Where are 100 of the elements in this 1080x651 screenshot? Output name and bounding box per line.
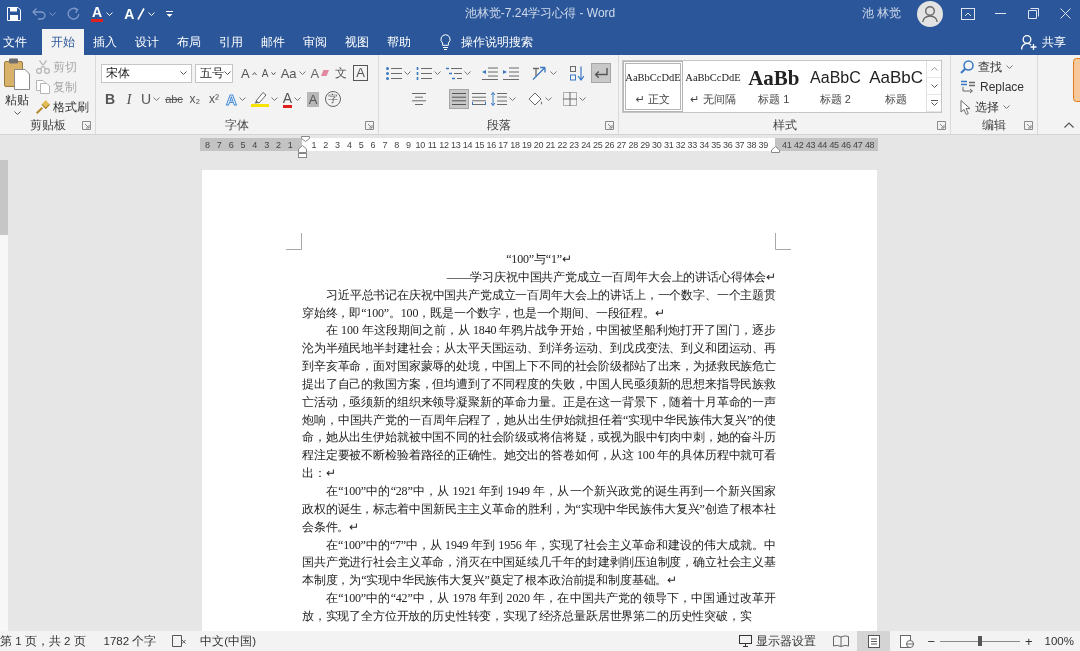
grow-font-button[interactable]: A bbox=[239, 63, 259, 83]
paint-bucket-icon bbox=[527, 92, 543, 106]
italic-button[interactable]: I bbox=[120, 89, 138, 109]
ruler-number: 7 bbox=[382, 139, 388, 150]
superscript-button[interactable]: x² bbox=[204, 89, 223, 109]
right-indent-icon[interactable] bbox=[770, 146, 780, 153]
dialog-launcher-icon[interactable] bbox=[365, 121, 374, 130]
ruler-number: 34 bbox=[699, 139, 709, 150]
clear-formatting-button[interactable]: A bbox=[308, 63, 332, 83]
redo-icon bbox=[67, 7, 80, 20]
collapse-ribbon-icon[interactable] bbox=[1064, 122, 1074, 128]
cursor-icon bbox=[960, 99, 971, 115]
subscript-button[interactable]: x₂ bbox=[185, 89, 204, 109]
font-size-combobox[interactable]: 五号 bbox=[195, 63, 233, 83]
zoom-slider-thumb[interactable] bbox=[978, 636, 982, 646]
page-count[interactable]: 第 1 页，共 2 页 bbox=[0, 633, 86, 649]
line-spacing-button[interactable] bbox=[489, 89, 518, 109]
proofing-icon[interactable] bbox=[172, 635, 187, 647]
find-button[interactable]: 查找 bbox=[958, 57, 1027, 77]
strikethrough-button[interactable]: abc bbox=[163, 89, 185, 109]
chevron-down-icon bbox=[930, 84, 938, 88]
print-layout-button[interactable] bbox=[857, 631, 891, 651]
ribbon-tab[interactable]: 设计 bbox=[126, 29, 168, 55]
select-button[interactable]: 选择 bbox=[958, 97, 1027, 117]
tell-me-search[interactable]: 操作说明搜索 bbox=[440, 29, 533, 55]
avatar-icon[interactable] bbox=[917, 0, 943, 27]
ruler-number: 18 bbox=[510, 139, 520, 150]
highlight-button[interactable] bbox=[248, 89, 280, 109]
body-paragraph: 在“100”中的“7”中，从 1949 年到 1956 年，实现了社会主义革命和建设的伟大成就。中国共产党进行社会主义革命，消灭在中国延续几千年的封建剥削压迫制度，确立社会主义基本制度，为“实现中华民族伟大复兴”奠定了根本政治前提和制度基础。↵ bbox=[302, 536, 776, 590]
ruler-number: 46 bbox=[841, 139, 851, 150]
text-style-button[interactable]: A bbox=[121, 2, 159, 25]
style-option[interactable]: AaBbC 标题 bbox=[866, 61, 927, 112]
ribbon-tab[interactable]: 插入 bbox=[84, 29, 126, 55]
style-option[interactable]: AaBb 标题 1 bbox=[743, 61, 805, 112]
ribbon-tab[interactable]: 布局 bbox=[168, 29, 210, 55]
ruler-number: 14 bbox=[462, 139, 473, 150]
caret-icon bbox=[1003, 105, 1010, 109]
bold-button[interactable]: B bbox=[101, 89, 119, 109]
ribbon-tab[interactable]: 视图 bbox=[336, 29, 378, 55]
underline-button[interactable]: U bbox=[139, 89, 163, 109]
sort-button[interactable] bbox=[568, 63, 586, 83]
caret-icon bbox=[298, 71, 306, 75]
phonetic-guide-button[interactable]: 文 bbox=[332, 63, 351, 83]
borders-button[interactable] bbox=[561, 89, 588, 109]
ruler-number: 21 bbox=[545, 139, 556, 150]
brush-icon bbox=[36, 100, 50, 114]
ruler-number: 6 bbox=[228, 139, 234, 150]
change-case-button[interactable]: Aa bbox=[278, 63, 308, 83]
share-button[interactable]: 共享 bbox=[1021, 29, 1066, 55]
align-justify-icon bbox=[452, 93, 466, 105]
paragraph-mark-icon bbox=[594, 67, 608, 79]
ribbon-tab[interactable]: 引用 bbox=[210, 29, 252, 55]
ruler-number: 17 bbox=[498, 139, 508, 150]
ruler-number: 39 bbox=[758, 139, 768, 150]
expand-icon bbox=[930, 100, 938, 106]
ribbon-tab[interactable]: 帮助 bbox=[378, 29, 420, 55]
display-settings-button[interactable]: 显示器设置 bbox=[739, 633, 817, 649]
font-name-combobox[interactable]: 宋体 bbox=[101, 63, 192, 83]
ribbon-tab[interactable]: 文件 bbox=[0, 29, 42, 55]
ruler-number: 36 bbox=[723, 139, 733, 150]
replace-icon bbox=[960, 80, 976, 94]
zoom-out-button[interactable]: − bbox=[927, 633, 935, 649]
zoom-in-button[interactable]: + bbox=[1025, 633, 1033, 649]
user-name[interactable]: 池 林觉 bbox=[861, 5, 901, 22]
ruler-number: 4 bbox=[252, 139, 258, 150]
caret-icon bbox=[579, 97, 586, 101]
ribbon-tab[interactable]: 审阅 bbox=[294, 29, 336, 55]
sort-icon bbox=[570, 65, 584, 81]
group-label: 剪贴板 bbox=[29, 117, 66, 134]
ruler-number: 16 bbox=[486, 139, 496, 150]
word-count[interactable]: 1782 个字 bbox=[103, 633, 157, 649]
justify-button[interactable] bbox=[449, 89, 469, 109]
decrease-indent-icon bbox=[482, 66, 498, 80]
font-color-button[interactable]: A bbox=[280, 89, 304, 109]
replace-button[interactable]: Replace bbox=[958, 77, 1027, 97]
ribbon-tab[interactable]: 开始 bbox=[42, 29, 84, 55]
zoom-level[interactable]: 100% bbox=[1044, 635, 1074, 647]
font-color-button[interactable]: A bbox=[88, 2, 117, 25]
character-border-button[interactable]: A bbox=[351, 63, 370, 83]
dialog-launcher-icon[interactable] bbox=[605, 121, 614, 130]
multilevel-list-icon bbox=[446, 66, 462, 80]
caret-icon bbox=[13, 111, 21, 115]
dialog-launcher-icon[interactable] bbox=[937, 121, 946, 130]
dialog-launcher-icon[interactable] bbox=[1024, 121, 1033, 130]
ribbon-tab[interactable]: 邮件 bbox=[252, 29, 294, 55]
format-painter-button[interactable]: 格式刷 bbox=[35, 97, 89, 117]
paste-button[interactable]: 粘贴 bbox=[2, 57, 32, 115]
ruler-number: 48 bbox=[864, 139, 875, 150]
ruler-number: 15 bbox=[474, 139, 485, 150]
show-marks-button[interactable] bbox=[591, 63, 611, 83]
ruler-number: 3 bbox=[335, 139, 340, 150]
dialog-launcher-icon[interactable] bbox=[82, 121, 91, 130]
caret-icon bbox=[106, 11, 114, 16]
hanging-indent-icon[interactable] bbox=[297, 145, 307, 158]
style-option[interactable]: AaBbC 标题 2 bbox=[804, 61, 867, 112]
shrink-font-button[interactable]: A bbox=[259, 63, 278, 83]
style-option[interactable]: AaBbCcDdE ↵ 正文 bbox=[623, 61, 683, 112]
language-indicator[interactable]: 中文(中国) bbox=[200, 633, 257, 649]
style-option[interactable]: AaBbCcDdE ↵ 无间隔 bbox=[683, 61, 743, 112]
ruler-number: 37 bbox=[734, 139, 745, 150]
